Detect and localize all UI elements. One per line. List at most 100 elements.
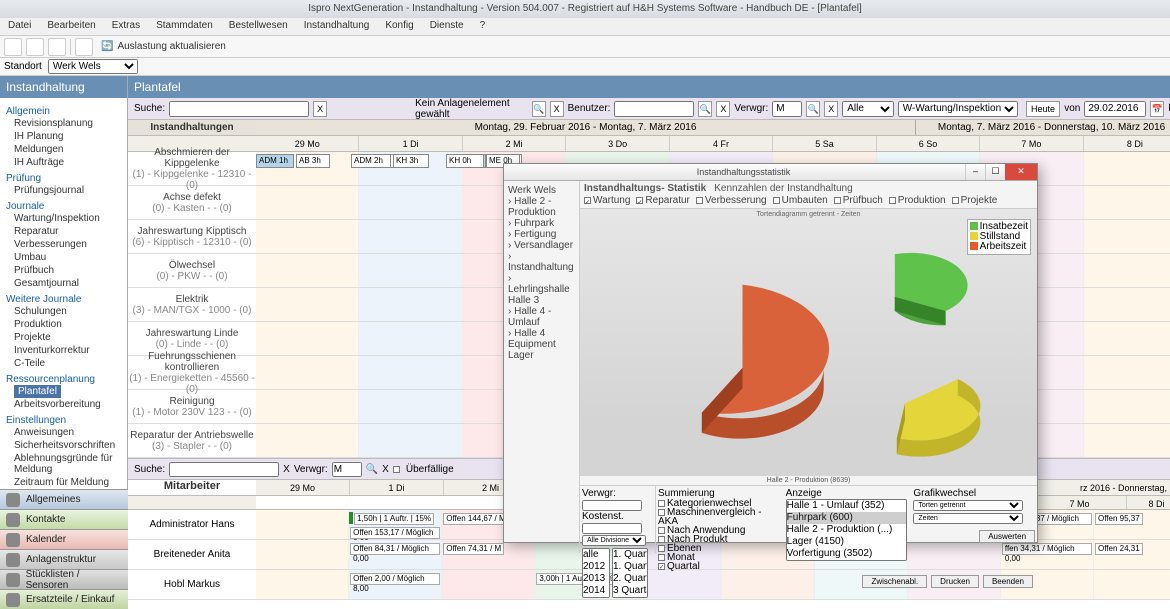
gantt-bar[interactable]: ADM 1h xyxy=(256,154,294,168)
nav-item[interactable]: Projekte xyxy=(6,331,121,344)
tb-btn-3[interactable] xyxy=(48,38,66,56)
date-input[interactable] xyxy=(1084,101,1146,117)
dlg-tab-kenn[interactable]: Kennzahlen der Instandhaltung xyxy=(714,183,852,194)
benutzer-input[interactable] xyxy=(614,101,694,117)
dlg-torte-select[interactable]: Torten getrennt xyxy=(913,500,1023,511)
bottom-allgemeines[interactable]: Allgemeines xyxy=(0,489,128,509)
dlg-tree-item[interactable]: › Lehrlingshalle xyxy=(508,273,575,295)
menu-bestellwesen[interactable]: Bestellwesen xyxy=(221,18,296,35)
dlg-tree-item[interactable]: › Fuhrpark xyxy=(508,218,575,229)
nav-item[interactable]: Arbeitsvorbereitung xyxy=(6,398,121,411)
bottom-kalender[interactable]: Kalender xyxy=(0,529,128,549)
nav-item-plantafel[interactable]: Plantafel xyxy=(14,385,61,398)
dlg-tree-item[interactable]: › Fertigung xyxy=(508,229,575,240)
sum-item[interactable]: Maschinenvergleich - AKA xyxy=(658,508,780,526)
nav-item[interactable]: C-Teile xyxy=(6,357,121,370)
bottom-anlagen[interactable]: Anlagenstruktur xyxy=(0,549,128,569)
dlg-check[interactable]: Projekte xyxy=(952,195,998,206)
heute-button[interactable]: Heute xyxy=(1026,101,1060,117)
mit-bar[interactable]: 1,50h | 1 Auftr. | 15% xyxy=(354,513,434,525)
dlg-tab-stats[interactable]: Instandhaltungs- Statistik xyxy=(584,183,706,194)
verwgr2-pick[interactable]: 🔍 xyxy=(366,464,378,475)
suche2-input[interactable] xyxy=(169,462,279,477)
nav-item[interactable]: Ablehnungsgründe für Meldung xyxy=(6,452,121,476)
nav-einstellungen[interactable]: Einstellungen xyxy=(6,415,121,426)
nav-item[interactable]: Reparatur xyxy=(6,225,121,238)
gantt-bar[interactable]: AB 3h xyxy=(296,154,330,168)
filter-select[interactable]: W-Wartung/Inspektion, v xyxy=(898,101,1018,117)
dlg-year-list[interactable]: alle20122013201420152016 xyxy=(582,548,610,598)
benutzer-pick[interactable]: 🔍 xyxy=(698,101,712,117)
drucken-button[interactable]: Drucken xyxy=(931,575,979,588)
dlg-quarter-list[interactable]: 1. Quartal1. Quartal2. Quartal3 Quartal4… xyxy=(612,548,648,598)
suche-clear[interactable]: X xyxy=(313,101,327,117)
nav-item[interactable]: Inventurkorrektur xyxy=(6,344,121,357)
dlg-tree-item[interactable]: Equipment Lager xyxy=(508,339,575,361)
mit-bar[interactable]: Offen 84,31 / Möglich 0,00 xyxy=(350,543,440,555)
nav-item[interactable]: Produktion xyxy=(6,318,121,331)
dlg-check[interactable]: Produktion xyxy=(889,195,946,206)
beenden-button[interactable]: Beenden xyxy=(983,575,1033,588)
nav-item[interactable]: Schulungen xyxy=(6,305,121,318)
gantt-bar[interactable]: KH 3h xyxy=(393,154,429,168)
nav-item[interactable]: Meldungen xyxy=(6,143,121,156)
benutzer-clear[interactable]: X xyxy=(716,101,730,117)
nav-item[interactable]: IH Aufträge xyxy=(6,156,121,169)
nav-item[interactable]: Prüfungsjournal xyxy=(6,184,121,197)
mit-bar[interactable]: Offen 2,00 / Möglich 8,00 xyxy=(350,573,440,585)
menu-datei[interactable]: Datei xyxy=(0,18,39,35)
menu-extras[interactable]: Extras xyxy=(104,18,148,35)
nav-pruefung[interactable]: Prüfung xyxy=(6,173,121,184)
dialog-tree[interactable]: Werk Wels › Halle 2 - Produktion › Fuhrp… xyxy=(504,181,580,553)
stats-dialog[interactable]: Instandhaltungsstatistik – ☐ ✕ Werk Wels… xyxy=(503,163,1038,543)
bottom-ersatz[interactable]: Ersatzteile / Einkauf xyxy=(0,589,128,609)
mit-bar[interactable]: Offen 24,31 xyxy=(1095,543,1143,555)
suche-input[interactable] xyxy=(169,101,309,117)
dlg-tree-item[interactable]: Halle 3 xyxy=(508,295,575,306)
bottom-kontakte[interactable]: Kontakte xyxy=(0,509,128,529)
nav-item[interactable]: Umbau xyxy=(6,251,121,264)
nav-item[interactable]: Prüfbuch xyxy=(6,264,121,277)
auswerten-button[interactable]: Auswerten xyxy=(979,530,1035,543)
dlg-check[interactable]: Umbauten xyxy=(773,195,828,206)
dlg-tree-item[interactable]: › Versandlager xyxy=(508,240,575,251)
dlg-zeiten-select[interactable]: Zeiten xyxy=(913,513,1023,524)
verwgr-input[interactable] xyxy=(772,101,802,117)
elem-pick[interactable]: 🔍 xyxy=(532,101,546,117)
menu-bearbeiten[interactable]: Bearbeiten xyxy=(39,18,103,35)
verwgr2-clear[interactable]: X xyxy=(382,464,389,475)
tb-btn-2[interactable] xyxy=(26,38,44,56)
dlg-anzeige-list[interactable]: Halle 1 - Umlauf (352)Fuhrpark (600)Hall… xyxy=(786,499,908,561)
nav-weitere[interactable]: Weitere Journale xyxy=(6,294,121,305)
zwischenabl-button[interactable]: Zwischenabl. xyxy=(862,575,927,588)
menu-instandhaltung[interactable]: Instandhaltung xyxy=(296,18,378,35)
nav-item[interactable]: Zeitraum für Meldung xyxy=(6,476,121,489)
nav-item[interactable]: Wartung/Inspektion xyxy=(6,212,121,225)
refresh-button[interactable]: 🔄 Auslastung aktualisieren xyxy=(97,41,230,52)
nav-item[interactable]: Gesamtjournal xyxy=(6,277,121,290)
dlg-check[interactable]: Verbesserung xyxy=(696,195,767,206)
gantt-bar[interactable]: KH 0h xyxy=(446,154,484,168)
standort-select[interactable]: Werk Wels xyxy=(48,59,138,74)
bottom-stueckliste[interactable]: Stücklisten / Sensoren xyxy=(0,569,128,589)
mit-bar[interactable]: Offen 74,31 / M xyxy=(443,543,504,555)
menu-stammdaten[interactable]: Stammdaten xyxy=(148,18,221,35)
menu-help[interactable]: ? xyxy=(472,18,494,35)
nav-journale[interactable]: Journale xyxy=(6,201,121,212)
mit-bar[interactable]: Offen 153,17 / Möglich 0,00 xyxy=(350,527,440,539)
dlg-check[interactable]: Wartung xyxy=(584,195,630,206)
dlg-tree-item[interactable]: Werk Wels xyxy=(508,185,575,196)
nav-item[interactable]: Verbesserungen xyxy=(6,238,121,251)
alle-select[interactable]: Alle xyxy=(842,101,894,117)
dlg-check[interactable]: Prüfbuch xyxy=(834,195,883,206)
nav-ressourcen[interactable]: Ressourcenplanung xyxy=(6,374,121,385)
dlg-div-select[interactable]: Alle Divisionen xyxy=(582,535,646,546)
nav-item[interactable]: IH Planung xyxy=(6,130,121,143)
nav-item[interactable]: Anweisungen xyxy=(6,426,121,439)
dlg-verwgr-input[interactable] xyxy=(582,500,642,511)
suche2-clear[interactable]: X xyxy=(283,464,290,475)
nav-allgemein[interactable]: Allgemein xyxy=(6,106,121,117)
dlg-check[interactable]: Reparatur xyxy=(636,195,689,206)
mit-bar[interactable]: Offen 144,67 / M xyxy=(443,513,508,525)
gantt-bar[interactable]: ADM 2h xyxy=(351,154,391,168)
